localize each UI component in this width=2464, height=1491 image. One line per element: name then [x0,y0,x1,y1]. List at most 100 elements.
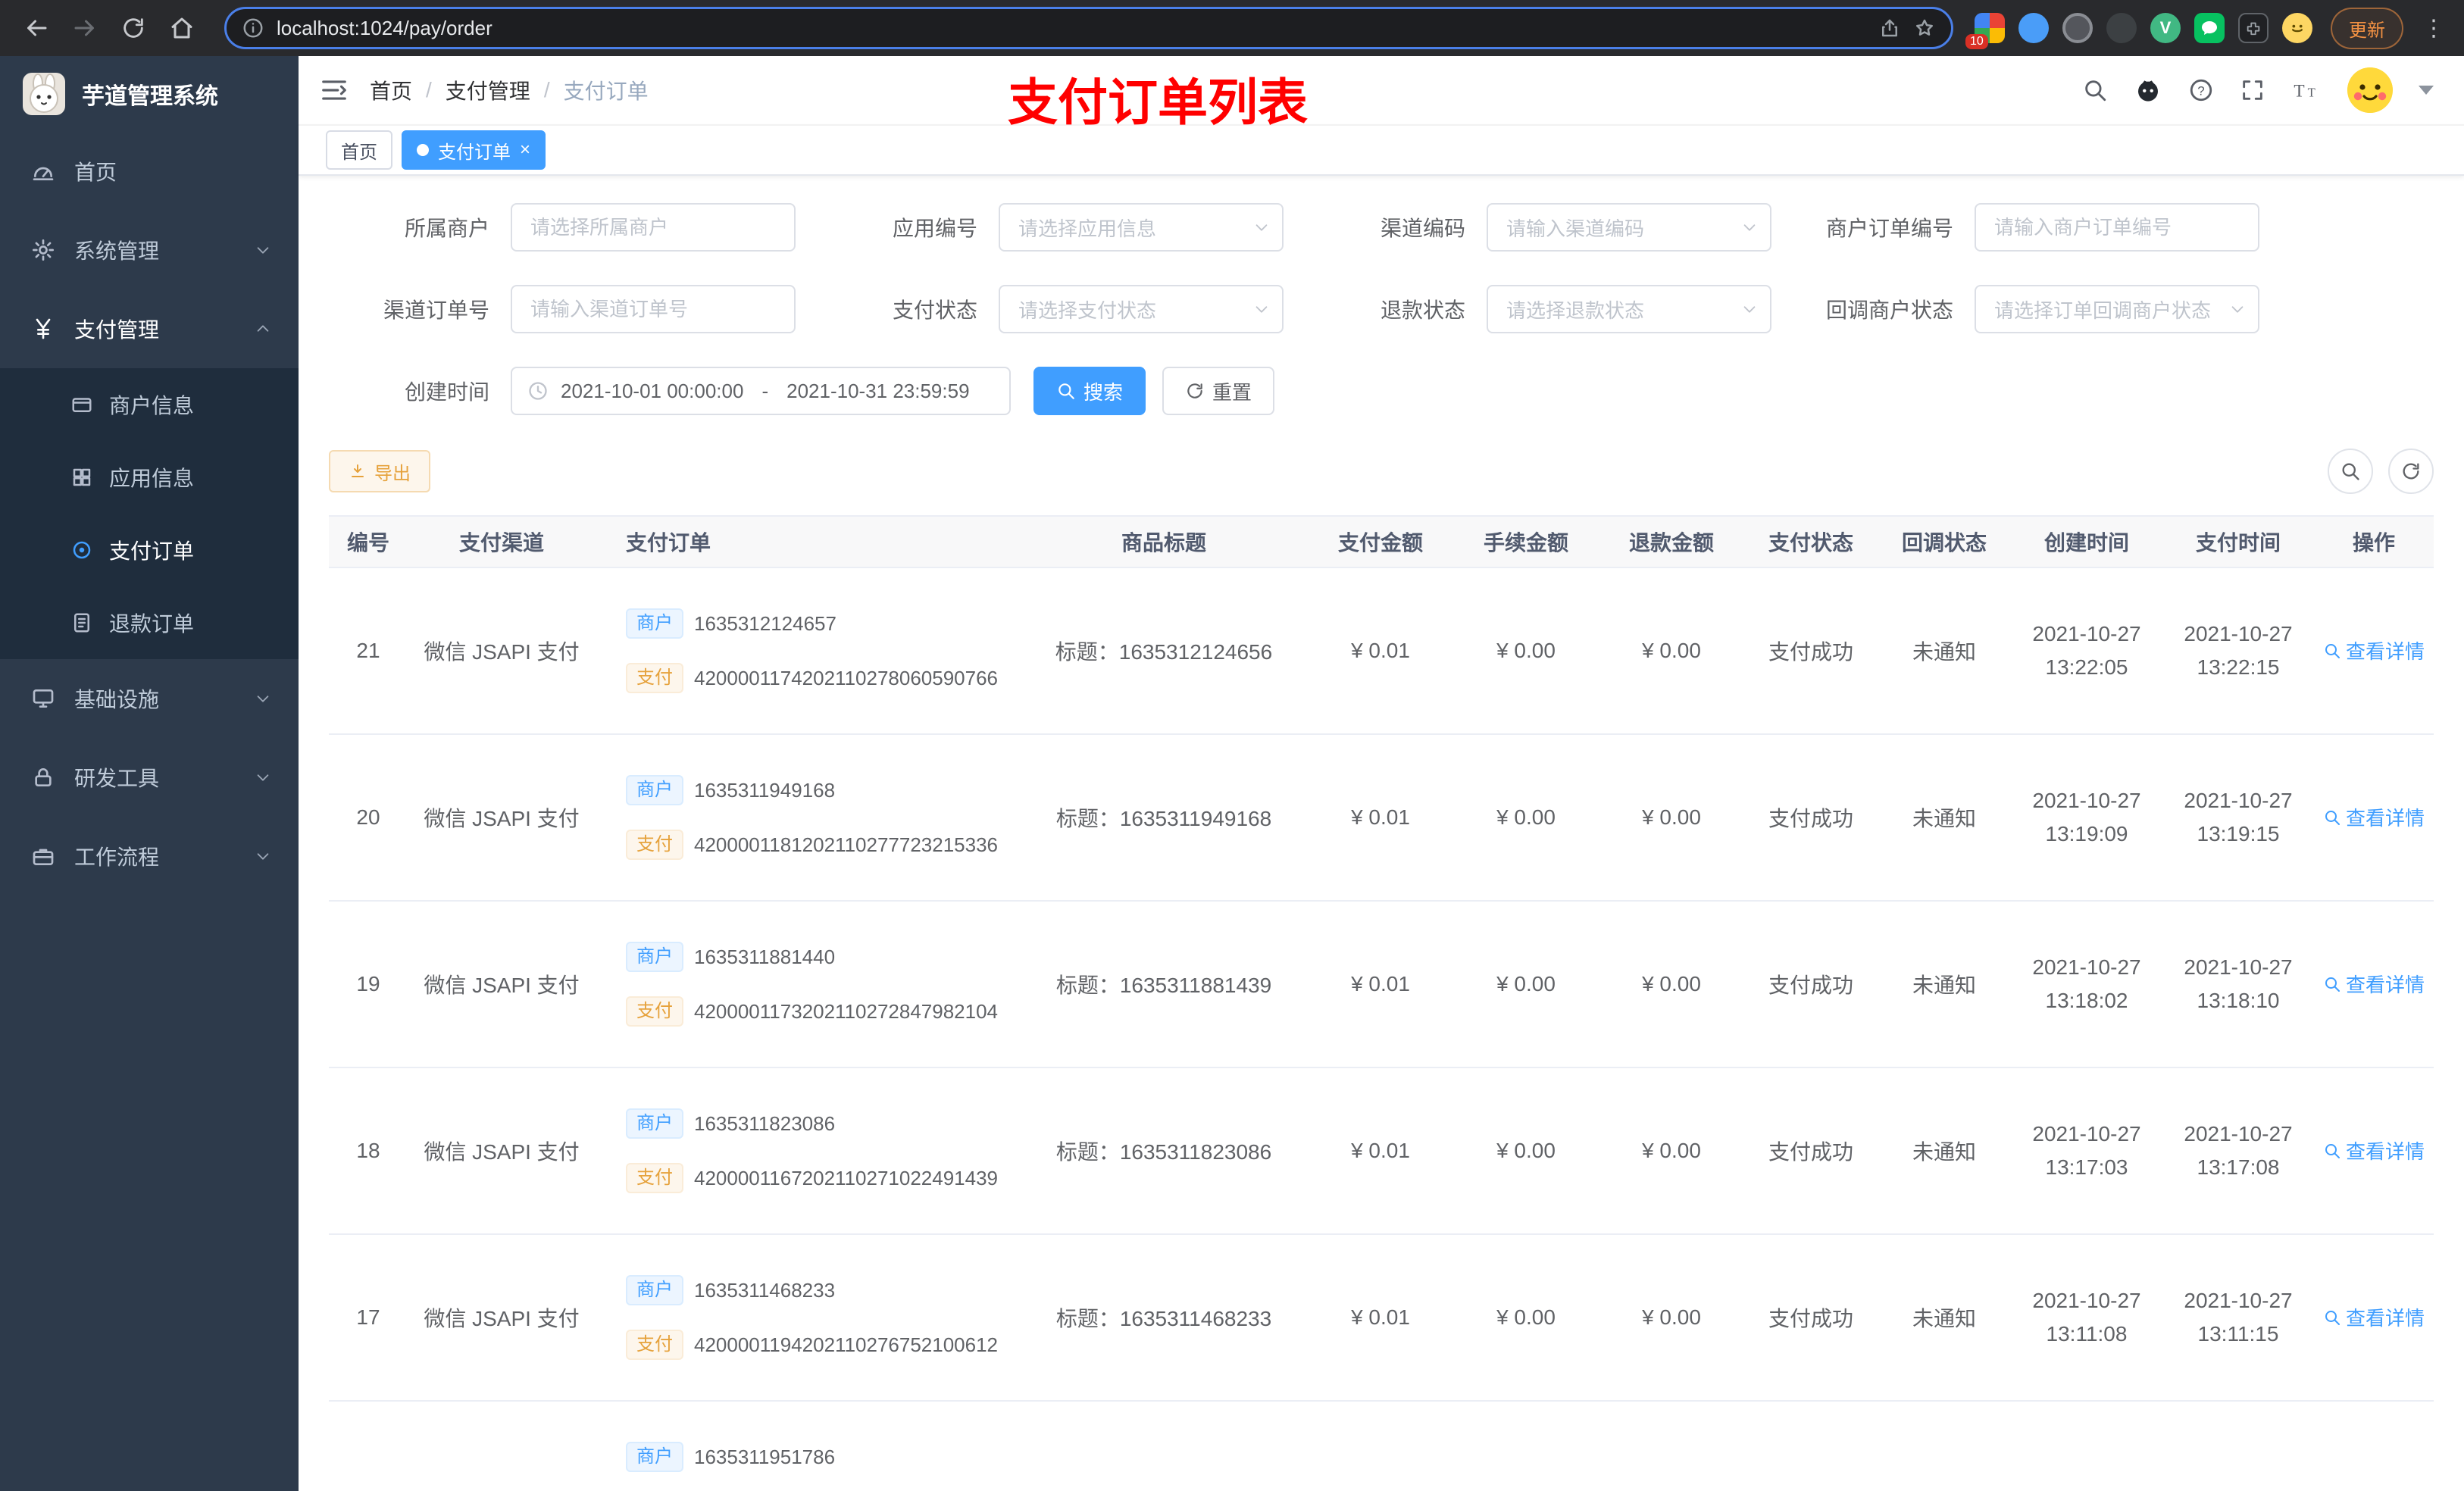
create-time-range[interactable]: 2021-10-01 00:00:00 - 2021-10-31 23:59:5… [511,367,1011,415]
export-button[interactable]: 导出 [329,450,430,492]
close-icon[interactable]: × [520,141,530,159]
bookmark-star-icon[interactable] [1913,17,1936,39]
forward-button[interactable] [64,7,106,49]
fullscreen-icon[interactable] [2240,77,2265,103]
search-button[interactable]: 搜索 [1033,367,1146,415]
cell-pay-order: 商户 1635311881440 支付 4200001173202110272847… [596,901,1020,1068]
toggle-search-button[interactable] [2328,449,2373,494]
address-bar[interactable]: localhost:1024/pay/order [224,7,1953,49]
active-dot [417,144,429,156]
sidebar-item-devtools[interactable]: 研发工具 [0,738,299,817]
font-size-icon[interactable]: TT [2291,77,2322,103]
extension-icon-blue[interactable] [2018,13,2049,43]
cell-channel: 微信 JSAPI 支付 [408,567,596,735]
reload-button[interactable] [112,7,155,49]
tab-home[interactable]: 首页 [326,130,392,170]
merchant-tag: 商户 [626,1275,683,1305]
search-icon[interactable] [2082,77,2108,103]
cell-channel [408,1401,596,1491]
sidebar: 芋道管理系统 首页 系统管理 支付管理 商户信息 应用信息 支付订单 退款订单 … [0,56,299,1491]
create-time-label: 创建时间 [404,380,489,404]
collapse-menu-icon[interactable] [320,76,349,105]
avatar-caret-icon[interactable] [2419,86,2434,95]
view-detail-link[interactable]: 查看详情 [2323,1136,2425,1164]
user-avatar[interactable] [2347,67,2393,113]
gear-icon [30,238,56,262]
site-info-icon[interactable] [242,17,264,39]
cell-channel: 微信 JSAPI 支付 [408,734,596,902]
extension-icon-chat[interactable] [2194,13,2225,43]
extension-icon-colorful[interactable]: 10 [1965,13,2005,49]
channel-order-no-input[interactable] [511,285,796,333]
sidebar-item-workflow[interactable]: 工作流程 [0,817,299,896]
sidebar-item-pay-order[interactable]: 支付订单 [0,514,299,586]
view-detail-link[interactable]: 查看详情 [2323,1303,2425,1331]
pay-status-select[interactable]: 请选择支付状态 [999,285,1284,333]
view-detail-link[interactable]: 查看详情 [2323,636,2425,664]
cell-pay-order: 商户 1635311823086 支付 4200001167202110271022… [596,1067,1020,1235]
cell-channel: 微信 JSAPI 支付 [408,1067,596,1235]
url-text[interactable]: localhost:1024/pay/order [277,17,1866,40]
refresh-button[interactable] [2388,449,2434,494]
logo[interactable]: 芋道管理系统 [0,56,299,132]
cell-refund: ¥ 0.00 [1599,1234,1744,1402]
chevron-up-icon [255,320,271,337]
extension-icon-dark[interactable] [2106,13,2137,43]
cell-title [1020,1401,1308,1491]
merchant-tag: 商户 [626,608,683,639]
breadcrumb-home[interactable]: 首页 [370,75,412,105]
annotation-title: 支付订单列表 [1008,74,1308,130]
start-time[interactable]: 2021-10-01 00:00:00 [561,380,743,403]
col-amount: 支付金额 [1308,515,1453,568]
reset-button[interactable]: 重置 [1162,367,1275,415]
view-detail-link[interactable]: 查看详情 [2323,803,2425,831]
app-select[interactable]: 请选择应用信息 [999,203,1284,252]
grid-icon [70,466,94,489]
help-icon[interactable]: ? [2188,77,2214,103]
cell-amount: ¥ 0.01 [1308,734,1453,902]
extension-icon-ring[interactable] [2062,13,2093,43]
app-title: 芋道管理系统 [82,84,218,109]
merchant-input[interactable] [511,203,796,252]
sidebar-item-pay[interactable]: 支付管理 [0,289,299,368]
end-time[interactable]: 2021-10-31 23:59:59 [786,380,969,403]
pay-status-label: 支付状态 [892,299,977,322]
browser-menu-icon[interactable]: ⋮ [2419,15,2449,42]
cell-amount: ¥ 0.01 [1308,901,1453,1068]
col-fee: 手续金额 [1453,515,1599,568]
cell-actions: 查看详情 [2314,734,2434,902]
back-button[interactable] [15,7,58,49]
cell-status: 支付成功 [1744,734,1878,902]
sidebar-item-refund-order[interactable]: 退款订单 [0,586,299,659]
dashboard-icon [30,159,56,183]
sidebar-item-infra[interactable]: 基础设施 [0,659,299,738]
chevron-down-icon [255,769,271,786]
table-body: 21 微信 JSAPI 支付 商户 1635312124657 支付 4200001… [329,567,2434,1491]
channel-code-select[interactable]: 请输入渠道编码 [1487,203,1771,252]
cell-notify: 未通知 [1878,1067,2011,1235]
extension-badge: 10 [1965,34,1988,49]
vue-devtools-icon[interactable]: V [2150,13,2181,43]
cell-title: 标题：1635312124656 [1020,567,1308,735]
share-icon[interactable] [1878,17,1901,39]
sidebar-item-app-info[interactable]: 应用信息 [0,441,299,514]
merchant-order-no-input[interactable] [1975,203,2259,252]
cell-id: 19 [329,901,408,1068]
sidebar-item-merchant-info[interactable]: 商户信息 [0,368,299,441]
github-icon[interactable] [2134,76,2162,105]
extension-icon-puzzle[interactable] [2238,13,2269,43]
cell-pay-order: 商户 1635311951786 [596,1401,1020,1491]
sidebar-item-system[interactable]: 系统管理 [0,211,299,289]
extension-icon-emoji[interactable] [2282,13,2312,43]
browser-update-button[interactable]: 更新 [2331,7,2403,49]
col-pay-time: 支付时间 [2162,515,2314,568]
breadcrumb-pay[interactable]: 支付管理 [446,75,530,105]
refund-status-select[interactable]: 请选择退款状态 [1487,285,1771,333]
col-notify: 回调状态 [1878,515,2011,568]
view-detail-link[interactable]: 查看详情 [2323,970,2425,998]
sidebar-item-home[interactable]: 首页 [0,132,299,211]
chevron-down-icon [255,242,271,258]
tab-pay-order[interactable]: 支付订单 × [402,130,546,170]
home-button[interactable] [161,7,203,49]
notify-status-select[interactable]: 请选择订单回调商户状态 [1975,285,2259,333]
